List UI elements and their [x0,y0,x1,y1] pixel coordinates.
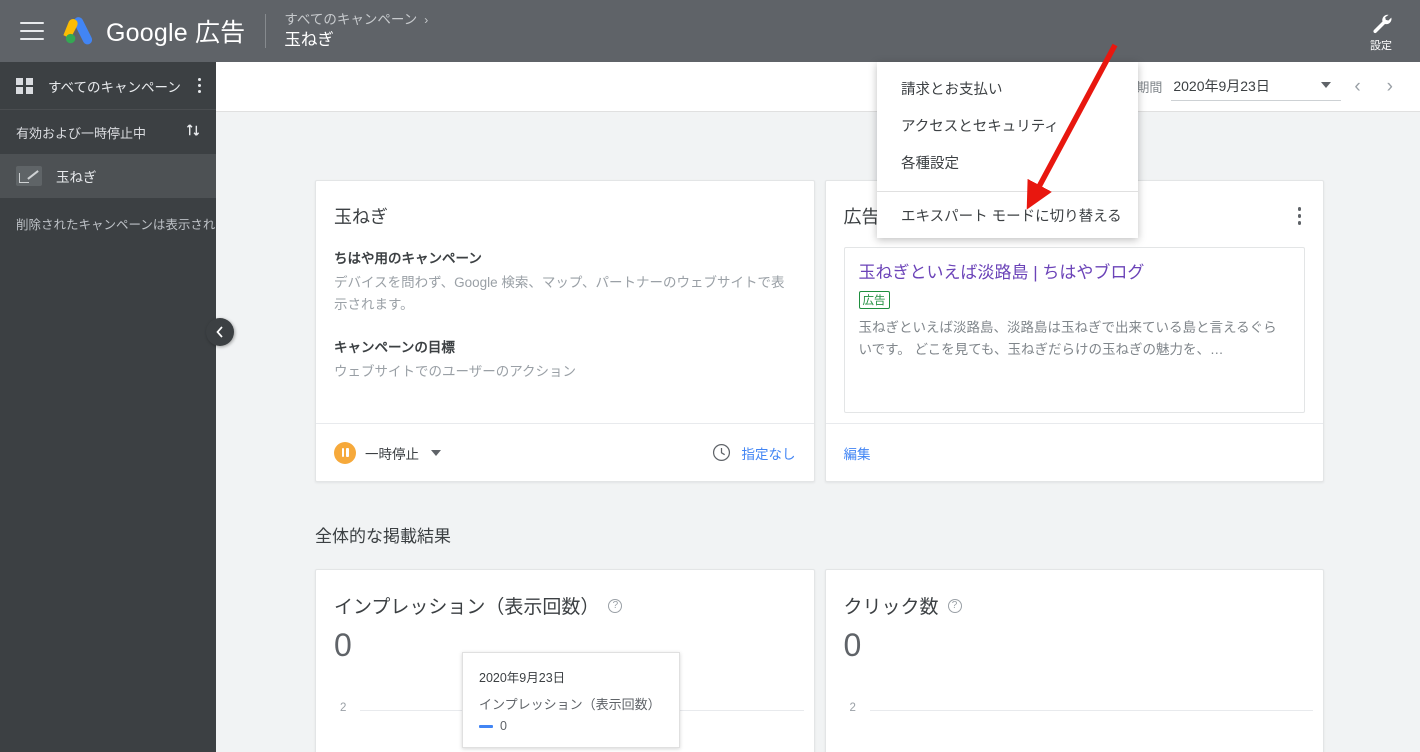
sidebar-filter[interactable]: 有効および一時停止中 [0,110,216,154]
date-prev-button[interactable]: ‹ [1341,76,1373,98]
sidebar-item-label: 玉ねぎ [56,170,97,185]
sort-icon[interactable] [185,122,202,142]
chevron-down-icon [1321,81,1332,88]
schedule-label: 指定なし [741,446,796,462]
ad-preview: 玉ねぎといえば淡路島 | ちはやブログ 広告 玉ねぎといえば淡路島、淡路島は玉ね… [843,247,1305,413]
pause-status-button[interactable]: 一時停止 [334,441,441,464]
campaign-card-title: 玉ねぎ [334,207,388,227]
sidebar-header-label: すべてのキャンペーン [48,79,181,95]
google-ads-page: Google 広告 すべてのキャンペーン › 玉ねぎ 設定 すべてのキャンペーン [0,0,1420,752]
content-scroll-area[interactable]: 玉ねぎ ちはや用のキャンペーン デバイスを問わず、Google 検索、マップ、パ… [216,112,1420,752]
brand-divider [265,14,267,48]
pause-circle-icon [334,441,356,464]
settings-label: 設定 [1370,39,1392,52]
y-tick-label: 2 [340,702,347,714]
sidebar-collapse-button[interactable] [206,318,234,346]
help-circle-icon[interactable]: ? [947,598,962,613]
breadcrumb: すべてのキャンペーン › 玉ねぎ [284,12,428,51]
campaign-card-footer: 一時停止 指定なし [316,423,814,481]
brand-title: Google 広告 [106,19,246,47]
clicks-chart[interactable]: 2 1 [844,688,1313,752]
help-circle-icon[interactable]: ? [608,598,623,613]
performance-section-title: 全体的な掲載結果 [315,527,451,546]
main-content: 全期間 2020年9月23日 ‹ › 玉ねぎ ちはや用のキャンペーン デバイスを… [216,62,1420,752]
date-range-value-text: 2020年9月23日 [1173,77,1270,94]
campaign-card-body: 玉ねぎ ちはや用のキャンペーン デバイスを問わず、Google 検索、マップ、パ… [316,181,814,423]
ad-description: 玉ねぎといえば淡路島、淡路島は玉ねぎで出来ている島と言えるぐらいです。 どこを見… [858,320,1277,357]
content-toolbar: 全期間 2020年9月23日 ‹ › [216,62,1420,112]
campaign-card: 玉ねぎ ちはや用のキャンペーン デバイスを問わず、Google 検索、マップ、パ… [315,180,815,482]
schedule-button[interactable]: 指定なし [711,442,796,463]
campaign-type-text: デバイスを問わず、Google 検索、マップ、パートナーのウェブサイトで表示され… [334,275,785,312]
chevron-down-icon [431,449,441,456]
chevron-right-icon: › [424,12,429,27]
summary-cards-row: 玉ねぎ ちはや用のキャンペーン デバイスを問わず、Google 検索、マップ、パ… [216,112,1420,482]
topbar-actions: 設定 [1342,0,1420,62]
sidebar: すべてのキャンペーン 有効および一時停止中 玉ねぎ 削除されたキャンペーンは表示… [0,62,216,752]
breadcrumb-current: 玉ねぎ [284,30,334,49]
breadcrumb-parent[interactable]: すべてのキャンペーン [284,12,417,29]
menu-item-expert-mode[interactable]: エキスパート モードに切り替える [877,192,1138,238]
ads-card-title: 広告 [843,207,880,227]
top-app-bar: Google 広告 すべてのキャンペーン › 玉ねぎ 設定 [0,0,1420,62]
wrench-icon [1373,14,1392,33]
sidebar-header[interactable]: すべてのキャンペーン [0,62,216,110]
pause-status-label: 一時停止 [365,446,419,462]
campaign-type-head: ちはや用のキャンペーン [334,251,482,266]
metric-title: クリック数 [843,597,939,618]
metric-title: インプレッション（表示回数） [334,597,600,618]
campaign-goal-head: キャンペーンの目標 [334,339,455,355]
metric-cards-row: インプレッション（表示回数） ? 0 2 1 2020年9月23日 インプレッシ… [216,547,1420,752]
campaign-goal-text: ウェブサイトでのユーザーのアクション [334,363,577,379]
more-vert-icon[interactable] [190,78,208,93]
metric-card-clicks: クリック数 ? 0 2 1 [824,569,1324,752]
date-next-button[interactable]: › [1374,76,1406,98]
hamburger-icon[interactable] [20,22,44,40]
ads-card-footer: 編集 [825,423,1323,481]
sidebar-note: 削除されたキャンペーンは表示されま [16,218,216,232]
tooltip-series-swatch [479,724,493,728]
clock-icon [712,443,730,462]
edit-ad-link[interactable]: 編集 [844,443,871,463]
metric-value: 0 [843,627,862,663]
tooltip-value: 0 [500,719,507,733]
tooltip-metric: インプレッション（表示回数） [479,697,661,712]
google-ads-logo [62,14,96,48]
more-vert-icon[interactable] [1294,203,1306,229]
date-range-value[interactable]: 2020年9月23日 [1171,73,1342,101]
menu-item-billing[interactable]: 請求とお支払い [877,70,1138,107]
tooltip-date: 2020年9月23日 [479,671,566,685]
grid-icon [16,77,34,95]
grid-line [869,710,1313,711]
settings-button[interactable]: 設定 [1342,0,1420,62]
chart-tooltip: 2020年9月23日 インプレッション（表示回数） 0 [462,652,680,748]
sidebar-item-campaign[interactable]: 玉ねぎ [0,154,216,198]
settings-dropdown-menu: 請求とお支払い アクセスとセキュリティ 各種設定 エキスパート モードに切り替え… [877,62,1138,238]
y-tick-label: 2 [849,702,856,714]
campaign-thumb-icon [16,166,42,186]
ad-badge: 広告 [858,291,890,310]
menu-item-preferences[interactable]: 各種設定 [877,144,1138,181]
metric-card-impressions: インプレッション（表示回数） ? 0 2 1 2020年9月23日 インプレッシ… [315,569,815,752]
sidebar-filter-label: 有効および一時停止中 [16,125,147,141]
chevron-left-icon [216,326,223,338]
date-range-control: 全期間 2020年9月23日 ‹ › [1123,73,1420,101]
ad-headline[interactable]: 玉ねぎといえば淡路島 | ちはやブログ [859,262,1291,284]
menu-item-access-security[interactable]: アクセスとセキュリティ [877,107,1138,144]
